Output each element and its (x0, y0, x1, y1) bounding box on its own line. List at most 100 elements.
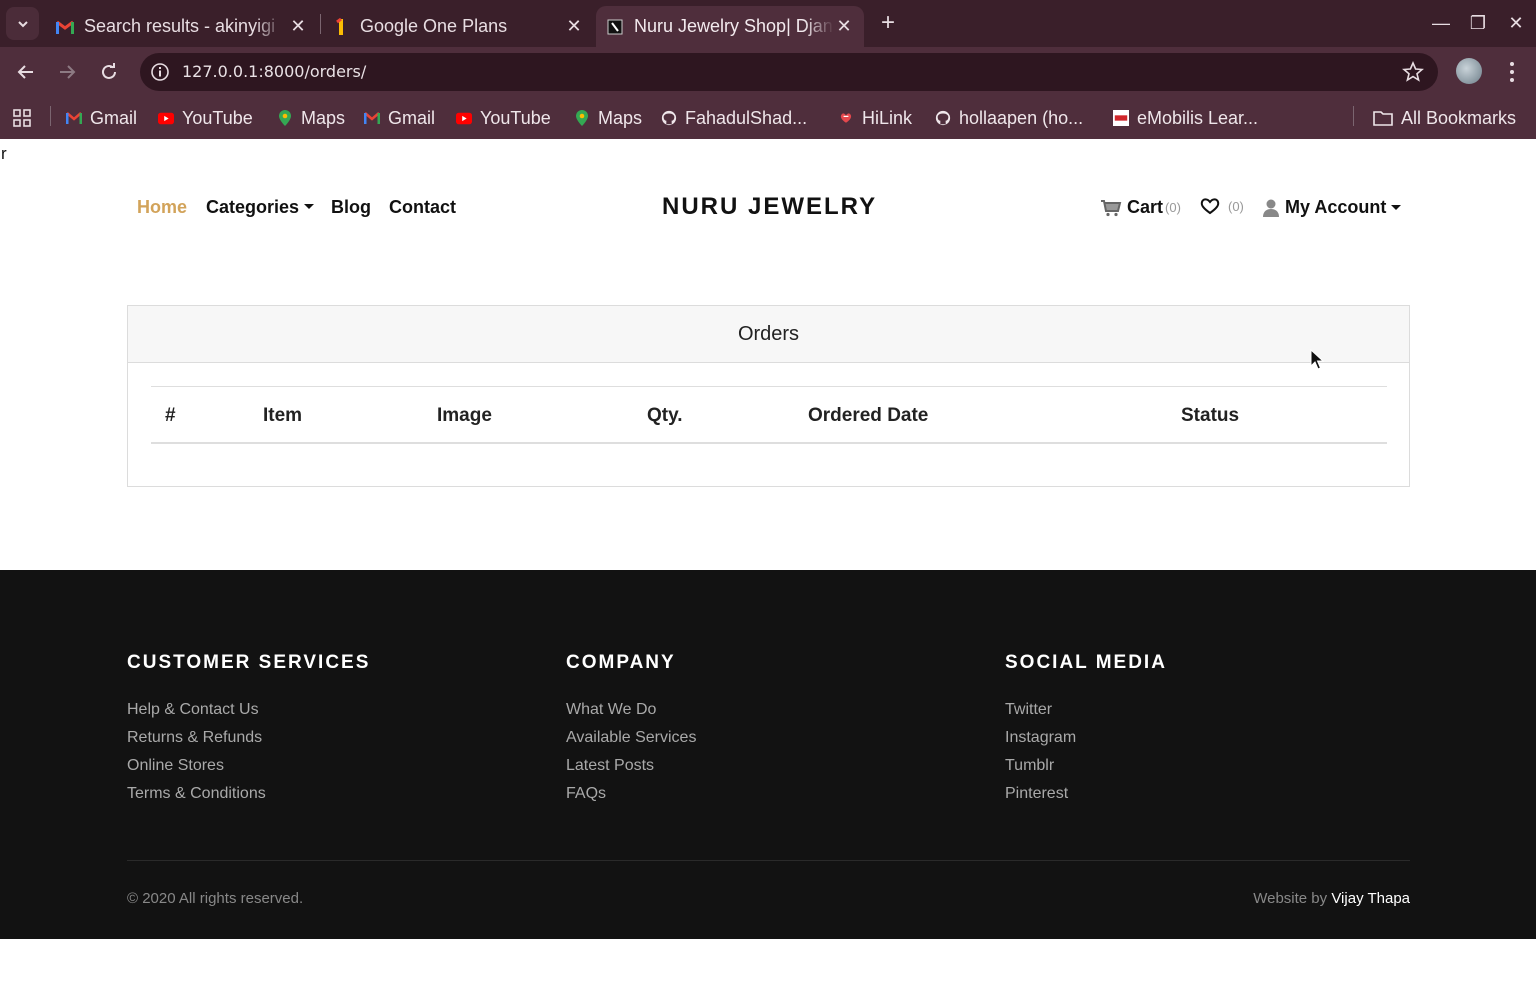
all-bookmarks-label: All Bookmarks (1401, 107, 1517, 128)
bookmark-label: Gmail (388, 107, 436, 128)
youtube-icon (158, 110, 174, 126)
bookmark-label: HiLink (862, 107, 913, 128)
tab-title: Search results - akinyigi (84, 16, 276, 36)
reload-button[interactable] (96, 59, 122, 85)
stray-text: r (1, 144, 7, 163)
bookmark-emobilis[interactable]: eMobilis Lear... (1113, 106, 1258, 130)
footer-link-pinterest[interactable]: Pinterest (1005, 780, 1167, 808)
tab-title: Google One Plans (360, 16, 508, 36)
close-icon[interactable]: ✕ (564, 16, 584, 36)
cart-count: (0) (1165, 200, 1181, 215)
window-close-icon[interactable]: ✕ (1501, 8, 1531, 38)
bookmark-label: Maps (301, 107, 346, 128)
caret-down-icon (304, 204, 315, 209)
footer-link-tumblr[interactable]: Tumblr (1005, 752, 1167, 780)
tab-google-one[interactable]: Google One Plans ✕ (326, 6, 594, 47)
footer-link-what-we-do[interactable]: What We Do (566, 696, 696, 724)
nav-home[interactable]: Home (137, 197, 187, 218)
folder-icon (1373, 110, 1393, 126)
gmail-icon (66, 110, 82, 126)
site-navbar: Home Categories Blog Contact NURU JEWELR… (0, 185, 1536, 231)
tab-title: Nuru Jewelry Shop| Django (634, 16, 834, 36)
reload-icon (102, 63, 116, 79)
wishlist-count: (0) (1228, 198, 1244, 214)
minimize-icon[interactable]: — (1426, 8, 1456, 38)
column-header-item: Item (263, 405, 303, 426)
footer-company: COMPANY What We Do Available Services La… (566, 652, 696, 808)
bookmark-maps-2[interactable]: Maps (574, 106, 642, 130)
footer-link-services[interactable]: Available Services (566, 724, 696, 752)
restore-icon[interactable]: ❐ (1463, 8, 1493, 38)
footer-link-terms[interactable]: Terms & Conditions (127, 780, 370, 808)
tab-divider (320, 14, 321, 34)
gmail-icon (56, 18, 74, 36)
bookmark-star-icon[interactable] (1402, 61, 1424, 83)
forward-button[interactable] (54, 59, 80, 85)
tab-search-button[interactable] (6, 7, 39, 40)
tab-gmail-search[interactable]: Search results - akinyigi ✕ (50, 6, 318, 47)
nav-contact[interactable]: Contact (389, 197, 456, 218)
close-icon[interactable]: ✕ (288, 16, 308, 36)
bookmark-gmail-2[interactable]: Gmail (364, 106, 435, 130)
maps-icon (574, 110, 590, 126)
google-one-icon (332, 17, 350, 36)
footer-link-faqs[interactable]: FAQs (566, 780, 696, 808)
new-tab-button[interactable]: + (874, 10, 902, 38)
brand-logo[interactable]: NURU JEWELRY (662, 193, 877, 221)
column-header-number: # (165, 405, 176, 426)
bookmarks-divider (50, 106, 51, 126)
bookmark-hilink[interactable]: HiLink (838, 106, 912, 130)
hilink-icon (838, 110, 854, 126)
cart-label: Cart (1127, 197, 1164, 217)
footer-link-online-stores[interactable]: Online Stores (127, 752, 370, 780)
url-text[interactable]: 127.0.0.1:8000/orders/ (182, 62, 366, 81)
site-info-icon[interactable] (150, 62, 170, 82)
bookmark-github-fahadul[interactable]: FahadulShad... (661, 106, 807, 130)
footer-credit: Website by Vijay Thapa (1253, 890, 1410, 907)
bookmark-youtube-2[interactable]: YouTube (456, 106, 551, 130)
bookmark-youtube[interactable]: YouTube (158, 106, 253, 130)
orders-title: Orders (128, 306, 1409, 363)
column-header-image: Image (437, 405, 492, 426)
close-icon[interactable]: ✕ (834, 16, 854, 36)
emobilis-icon (1113, 110, 1129, 126)
chevron-down-icon (17, 20, 28, 27)
nav-blog[interactable]: Blog (331, 197, 371, 218)
arrow-left-icon (17, 65, 33, 79)
mouse-cursor-icon (1310, 349, 1324, 370)
heart-icon (1200, 198, 1220, 215)
maps-icon (277, 110, 293, 126)
footer-link-help-contact[interactable]: Help & Contact Us (127, 696, 370, 724)
all-bookmarks-button[interactable]: All Bookmarks (1373, 106, 1516, 130)
address-bar[interactable]: 127.0.0.1:8000/orders/ (140, 53, 1438, 91)
footer-link-instagram[interactable]: Instagram (1005, 724, 1167, 752)
credit-author-link[interactable]: Vijay Thapa (1331, 890, 1410, 907)
bookmark-label: Gmail (90, 107, 138, 128)
browser-tab-strip: Search results - akinyigi ✕ Google One P… (0, 0, 1536, 47)
tab-nuru-jewelry[interactable]: Nuru Jewelry Shop| Django ✕ (596, 6, 864, 47)
back-button[interactable] (13, 59, 39, 85)
apps-grid-icon[interactable] (12, 106, 32, 130)
cart-link[interactable]: Cart (0) (1100, 197, 1181, 218)
bookmark-label: YouTube (480, 107, 551, 128)
my-account-dropdown[interactable]: My Account (1262, 197, 1402, 218)
column-header-qty: Qty. (647, 405, 683, 426)
footer-heading: COMPANY (566, 652, 676, 673)
browser-menu-icon[interactable] (1502, 60, 1522, 84)
profile-avatar[interactable] (1456, 58, 1482, 84)
wishlist-link[interactable]: (0) (1200, 197, 1244, 215)
footer-link-returns[interactable]: Returns & Refunds (127, 724, 370, 752)
youtube-icon (456, 110, 472, 126)
bookmark-label: hollaapen (ho... (959, 107, 1084, 128)
bookmark-github-hollaapen[interactable]: hollaapen (ho... (935, 106, 1083, 130)
nav-categories[interactable]: Categories (206, 197, 315, 218)
bookmark-label: eMobilis Lear... (1137, 107, 1259, 128)
footer-link-twitter[interactable]: Twitter (1005, 696, 1167, 724)
bookmark-gmail[interactable]: Gmail (66, 106, 137, 130)
footer-customer-services: CUSTOMER SERVICES Help & Contact Us Retu… (127, 652, 370, 808)
bookmark-label: FahadulShad... (685, 107, 808, 128)
bookmark-maps[interactable]: Maps (277, 106, 345, 130)
user-icon (1263, 199, 1279, 217)
footer-link-latest-posts[interactable]: Latest Posts (566, 752, 696, 780)
github-icon (661, 110, 677, 126)
